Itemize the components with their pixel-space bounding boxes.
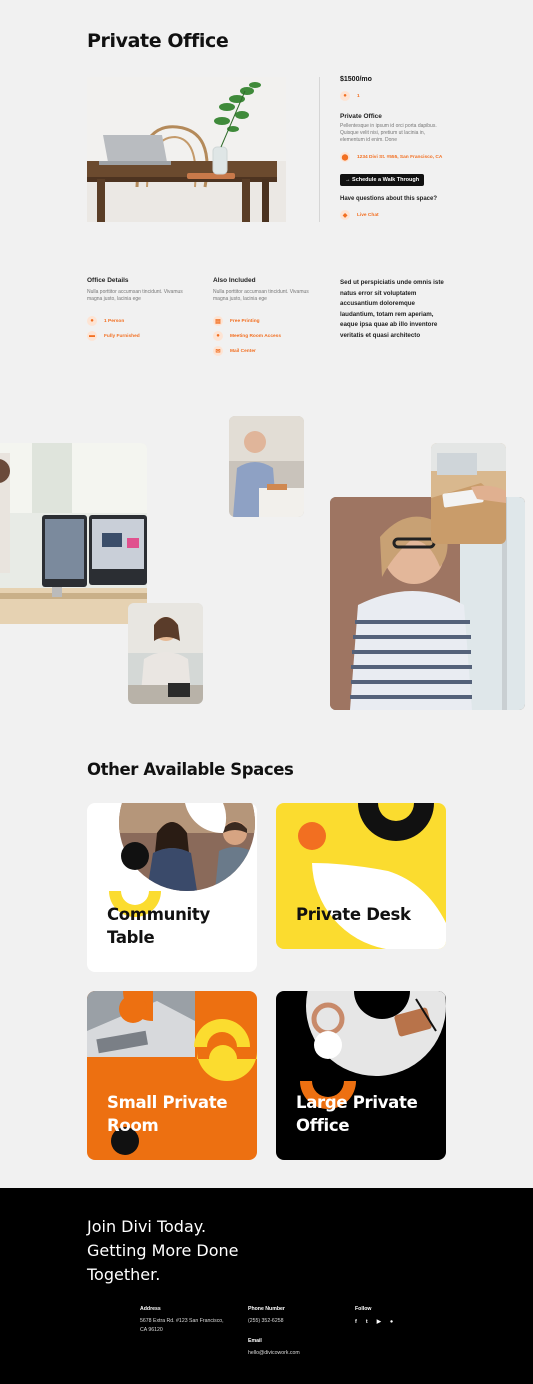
also-included-title: Also Included xyxy=(213,277,256,284)
listing-description: Pellentesque in ipsum id orci porta dapi… xyxy=(340,123,437,143)
space-card-small-private-room[interactable]: Small Private Room xyxy=(87,991,257,1160)
quote-text: Sed ut perspiciatis unde omnis iste natu… xyxy=(340,279,444,339)
space-card-large-private-office[interactable]: Large Private Office xyxy=(276,991,446,1160)
address-line2: CA 96120 xyxy=(140,1327,163,1333)
printer-icon: ▤ xyxy=(213,316,223,326)
office-item: ● 1 Person xyxy=(87,316,124,326)
included-item-label: Mail Center xyxy=(230,348,256,354)
youtube-icon[interactable]: ▶ xyxy=(377,1319,381,1325)
other-spaces-heading: Other Available Spaces xyxy=(87,760,294,779)
space-card-private-desk[interactable]: Private Desk xyxy=(276,803,446,949)
social-icons: f t ▶ ● xyxy=(355,1319,393,1325)
card-label: Private Desk xyxy=(296,903,411,926)
person-icon: ● xyxy=(87,316,97,326)
footer-tagline: Join Divi Today. Getting More Done Toget… xyxy=(87,1215,238,1287)
card-label-line2: Room xyxy=(107,1116,159,1135)
address-row: ⬤ 1234 Divi St. #555, San Francisco, CA xyxy=(340,152,442,162)
capacity-value: 1 xyxy=(357,93,360,99)
gallery-photo-hands-keyboard xyxy=(431,443,506,544)
schedule-walk-through-button[interactable]: → Schedule a Walk Through xyxy=(340,174,425,186)
tagline-line1: Join Divi Today. xyxy=(87,1217,207,1236)
phone-heading: Phone Number xyxy=(248,1306,285,1312)
location-pin-icon: ⬤ xyxy=(340,152,350,162)
card-label: Small Private Room xyxy=(107,1091,228,1137)
card-label: Community Table xyxy=(107,903,210,949)
tagline-line3: Together. xyxy=(87,1265,161,1284)
footer: Join Divi Today. Getting More Done Toget… xyxy=(0,1188,533,1384)
gallery-photo-woman-laptop xyxy=(128,603,203,704)
apple-icon[interactable]: ● xyxy=(390,1319,393,1325)
person-icon: ● xyxy=(340,91,350,101)
gallery-photo-monitors xyxy=(0,443,147,624)
included-item: ▤ Free Printing xyxy=(213,316,260,326)
included-item: ✉ Mail Center xyxy=(213,346,256,356)
also-included-text: Nulla porttitor accumsan tincidunt. Viva… xyxy=(213,289,309,302)
gallery-photo-man xyxy=(229,416,304,517)
card-label: Large Private Office xyxy=(296,1091,418,1137)
card-label-line1: Small Private xyxy=(107,1093,228,1112)
live-chat-link[interactable]: ◆ Live Chat xyxy=(340,210,379,220)
follow-heading: Follow xyxy=(355,1306,372,1312)
questions-label: Have questions about this space? xyxy=(340,196,438,202)
hero-photo xyxy=(87,77,286,222)
address-heading: Address xyxy=(140,1306,161,1312)
address-text: 5678 Extra Rd. #123 San Francisco, CA 96… xyxy=(140,1317,224,1335)
space-card-community-table[interactable]: Community Table xyxy=(87,803,257,972)
card-label-line1: Private Desk xyxy=(296,905,411,924)
email-link[interactable]: hello@divicowork.com xyxy=(248,1349,300,1358)
office-details-text: Nulla porttitor accumsan tincidunt. Viva… xyxy=(87,289,183,302)
capacity-row: ● 1 xyxy=(340,91,360,101)
card-label-line1: Community xyxy=(107,905,210,924)
facebook-icon[interactable]: f xyxy=(355,1319,357,1325)
tagline-line2: Getting More Done xyxy=(87,1241,239,1260)
card-label-line2: Office xyxy=(296,1116,350,1135)
page-title: Private Office xyxy=(87,30,229,52)
group-icon: ● xyxy=(213,331,223,341)
address-text: 1234 Divi St. #555, San Francisco, CA xyxy=(357,154,443,160)
included-item: ● Meeting Room Access xyxy=(213,331,281,341)
twitter-icon[interactable]: t xyxy=(366,1319,368,1325)
office-item-label: 1 Person xyxy=(104,318,125,324)
phone-number[interactable]: (255) 352-6258 xyxy=(248,1317,283,1326)
vertical-divider xyxy=(319,77,320,222)
email-heading: Email xyxy=(248,1338,262,1344)
office-item-label: Fully Furnished xyxy=(104,333,140,339)
sofa-icon: ▬ xyxy=(87,331,97,341)
office-details-title: Office Details xyxy=(87,277,129,284)
card-label-line2: Table xyxy=(107,928,155,947)
address-line1: 5678 Extra Rd. #123 San Francisco, xyxy=(140,1318,224,1324)
listing-name: Private Office xyxy=(340,113,382,120)
chat-icon: ◆ xyxy=(340,210,350,220)
price: $1500/mo xyxy=(340,76,372,83)
mail-icon: ✉ xyxy=(213,346,223,356)
included-item-label: Meeting Room Access xyxy=(230,333,282,339)
card-label-line1: Large Private xyxy=(296,1093,418,1112)
live-chat-label: Live Chat xyxy=(357,212,379,218)
included-item-label: Free Printing xyxy=(230,318,260,324)
office-item: ▬ Fully Furnished xyxy=(87,331,140,341)
